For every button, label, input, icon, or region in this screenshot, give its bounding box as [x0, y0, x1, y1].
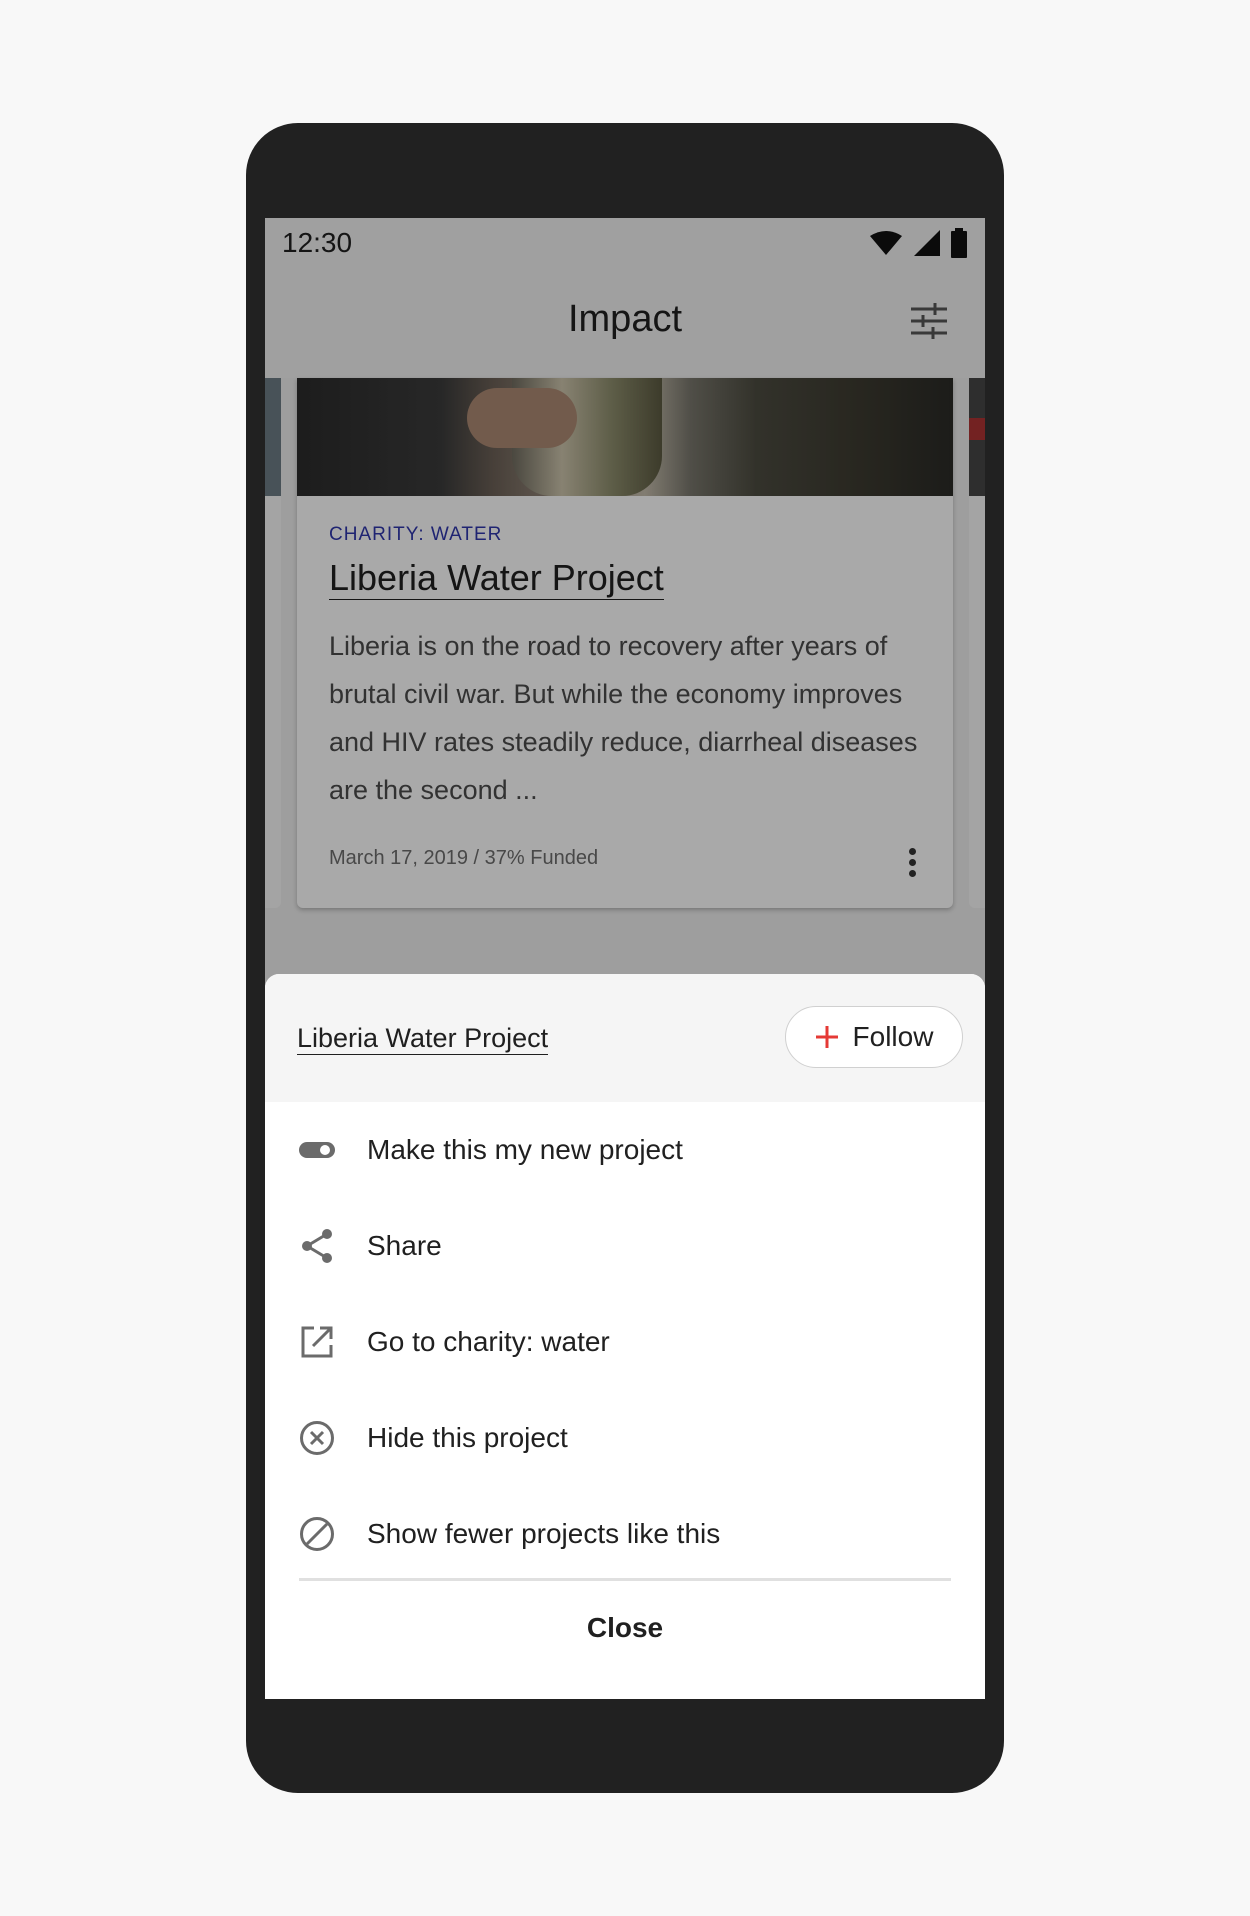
- menu-item-label: Go to charity: water: [367, 1326, 610, 1357]
- menu-item-show-fewer[interactable]: Show fewer projects like this: [265, 1486, 985, 1582]
- toggle-icon: [297, 1130, 337, 1170]
- follow-label: Follow: [852, 1021, 934, 1052]
- menu-item-share[interactable]: Share: [265, 1198, 985, 1294]
- sheet-title[interactable]: Liberia Water Project: [297, 1022, 549, 1055]
- menu-item-label: Hide this project: [367, 1422, 568, 1453]
- share-icon: [297, 1226, 337, 1266]
- close-label: Close: [586, 1612, 664, 1643]
- menu-item-label: Show fewer projects like this: [367, 1518, 721, 1549]
- close-button[interactable]: Close: [265, 1581, 985, 1675]
- bottom-sheet: Liberia Water Project Follow Make this m…: [265, 974, 985, 1699]
- menu-item-make-new-project[interactable]: Make this my new project: [265, 1102, 985, 1198]
- menu-item-label: Share: [367, 1230, 442, 1261]
- sheet-menu: Make this my new project Share Go to cha…: [265, 1102, 985, 1582]
- screen: 12:30 Impact CHARITY: WATER Liberia Wate…: [265, 218, 985, 1699]
- cancel-circle-icon: [297, 1418, 337, 1458]
- block-icon: [297, 1514, 337, 1554]
- menu-item-hide-project[interactable]: Hide this project: [265, 1390, 985, 1486]
- menu-item-go-to-charity[interactable]: Go to charity: water: [265, 1294, 985, 1390]
- open-external-icon: [297, 1322, 337, 1362]
- follow-button[interactable]: Follow: [785, 1006, 963, 1068]
- plus-icon: [815, 1026, 838, 1048]
- menu-item-label: Make this my new project: [367, 1134, 683, 1165]
- sheet-header: Liberia Water Project Follow: [265, 974, 985, 1102]
